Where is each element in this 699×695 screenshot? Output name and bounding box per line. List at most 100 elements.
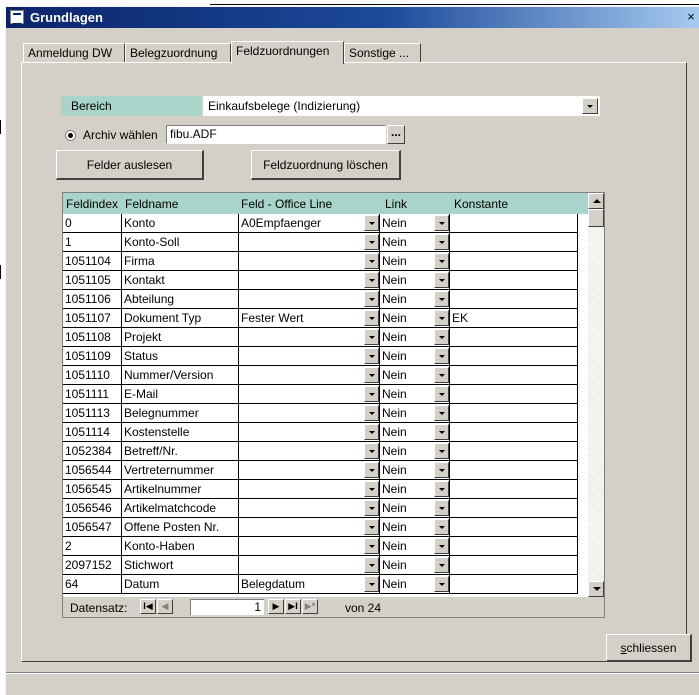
cell-feldname[interactable]: Kontakt [122, 271, 239, 290]
cell-konstante[interactable] [450, 252, 578, 271]
cell-office-line[interactable] [239, 233, 380, 252]
chevron-down-icon[interactable] [364, 386, 379, 402]
cell-konstante[interactable] [450, 347, 578, 366]
cell-office-line[interactable] [239, 328, 380, 347]
cell-feldname[interactable]: Artikelnummer [122, 480, 239, 499]
cell-feldindex[interactable]: 1051106 [63, 290, 122, 309]
cell-konstante[interactable] [450, 271, 578, 290]
cell-konstante[interactable] [450, 366, 578, 385]
scroll-thumb[interactable] [588, 209, 604, 227]
chevron-down-icon[interactable] [582, 98, 598, 114]
cell-office-line[interactable] [239, 423, 380, 442]
chevron-down-icon[interactable] [434, 443, 449, 459]
browse-button[interactable]: ... [387, 125, 405, 144]
chevron-down-icon[interactable] [364, 443, 379, 459]
title-bar[interactable]: Grundlagen × [6, 7, 699, 28]
chevron-down-icon[interactable] [434, 538, 449, 554]
cell-feldindex[interactable]: 2 [63, 537, 122, 556]
chevron-down-icon[interactable] [364, 500, 379, 516]
tab-anmeldung-dw[interactable]: Anmeldung DW [23, 43, 125, 63]
cell-office-line[interactable] [239, 556, 380, 575]
cell-konstante[interactable] [450, 404, 578, 423]
cell-konstante[interactable] [450, 290, 578, 309]
last-record-icon[interactable]: ▶I [285, 599, 301, 614]
cell-feldindex[interactable]: 1051104 [63, 252, 122, 271]
new-record-icon[interactable]: ▶* [302, 599, 318, 614]
cell-feldindex[interactable]: 1051107 [63, 309, 122, 328]
chevron-down-icon[interactable] [364, 367, 379, 383]
cell-feldindex[interactable]: 1051105 [63, 271, 122, 290]
cell-feldindex[interactable]: 0 [63, 214, 122, 233]
next-record-icon[interactable]: ▶ [268, 599, 284, 614]
cell-konstante[interactable] [450, 480, 578, 499]
bereich-combobox[interactable]: Einkaufsbelege (Indizierung) [203, 96, 600, 116]
chevron-down-icon[interactable] [364, 348, 379, 364]
cell-feldname[interactable]: Vertreternummer [122, 461, 239, 480]
cell-feldindex[interactable]: 1052384 [63, 442, 122, 461]
chevron-down-icon[interactable] [364, 481, 379, 497]
cell-feldname[interactable]: Konto-Soll [122, 233, 239, 252]
chevron-down-icon[interactable] [434, 215, 449, 231]
felder-auslesen-button[interactable]: Felder auslesen [56, 150, 204, 180]
cell-feldindex[interactable]: 1056546 [63, 499, 122, 518]
tab-sonstige[interactable]: Sonstige ... [344, 43, 421, 63]
chevron-down-icon[interactable] [434, 234, 449, 250]
cell-feldindex[interactable]: 1056545 [63, 480, 122, 499]
chevron-down-icon[interactable] [434, 329, 449, 345]
cell-feldname[interactable]: Datum [122, 575, 239, 594]
chevron-down-icon[interactable] [434, 291, 449, 307]
cell-feldname[interactable]: Belegnummer [122, 404, 239, 423]
chevron-down-icon[interactable] [364, 576, 379, 592]
cell-feldindex[interactable]: 1051114 [63, 423, 122, 442]
cell-feldindex[interactable]: 1056544 [63, 461, 122, 480]
cell-feldindex[interactable]: 1 [63, 233, 122, 252]
cell-feldindex[interactable]: 1051113 [63, 404, 122, 423]
cell-feldname[interactable]: Firma [122, 252, 239, 271]
chevron-down-icon[interactable] [364, 424, 379, 440]
archiv-radio[interactable] [65, 130, 76, 141]
cell-feldname[interactable]: E-Mail [122, 385, 239, 404]
record-number-input[interactable]: 1 [190, 599, 264, 615]
cell-office-line[interactable] [239, 347, 380, 366]
cell-konstante[interactable] [450, 328, 578, 347]
tab-feldzuordnungen[interactable]: Feldzuordnungen [231, 41, 344, 64]
cell-feldname[interactable]: Abteilung [122, 290, 239, 309]
chevron-down-icon[interactable] [434, 519, 449, 535]
vertical-scrollbar[interactable] [588, 193, 604, 597]
cell-feldindex[interactable]: 1051110 [63, 366, 122, 385]
chevron-down-icon[interactable] [434, 462, 449, 478]
chevron-down-icon[interactable] [434, 500, 449, 516]
chevron-down-icon[interactable] [434, 310, 449, 326]
chevron-down-icon[interactable] [364, 291, 379, 307]
cell-konstante[interactable] [450, 423, 578, 442]
cell-office-line[interactable] [239, 385, 380, 404]
cell-konstante[interactable]: EK [450, 309, 578, 328]
cell-office-line[interactable] [239, 518, 380, 537]
cell-konstante[interactable] [450, 442, 578, 461]
cell-konstante[interactable] [450, 556, 578, 575]
chevron-down-icon[interactable] [364, 538, 379, 554]
cell-konstante[interactable] [450, 518, 578, 537]
chevron-down-icon[interactable] [434, 272, 449, 288]
scroll-up-icon[interactable] [588, 193, 604, 209]
chevron-down-icon[interactable] [364, 519, 379, 535]
cell-feldindex[interactable]: 1051109 [63, 347, 122, 366]
first-record-icon[interactable]: I◀ [140, 599, 156, 614]
cell-konstante[interactable] [450, 575, 578, 594]
chevron-down-icon[interactable] [434, 481, 449, 497]
cell-feldname[interactable]: Offene Posten Nr. [122, 518, 239, 537]
cell-office-line[interactable] [239, 537, 380, 556]
chevron-down-icon[interactable] [364, 557, 379, 573]
cell-konstante[interactable] [450, 385, 578, 404]
cell-feldname[interactable]: Betreff/Nr. [122, 442, 239, 461]
cell-konstante[interactable] [450, 537, 578, 556]
cell-konstante[interactable] [450, 214, 578, 233]
cell-office-line[interactable] [239, 461, 380, 480]
cell-feldname[interactable]: Nummer/Version [122, 366, 239, 385]
cell-office-line[interactable] [239, 366, 380, 385]
chevron-down-icon[interactable] [434, 405, 449, 421]
cell-office-line[interactable] [239, 499, 380, 518]
cell-feldindex[interactable]: 1051108 [63, 328, 122, 347]
cell-feldname[interactable]: Projekt [122, 328, 239, 347]
cell-konstante[interactable] [450, 499, 578, 518]
